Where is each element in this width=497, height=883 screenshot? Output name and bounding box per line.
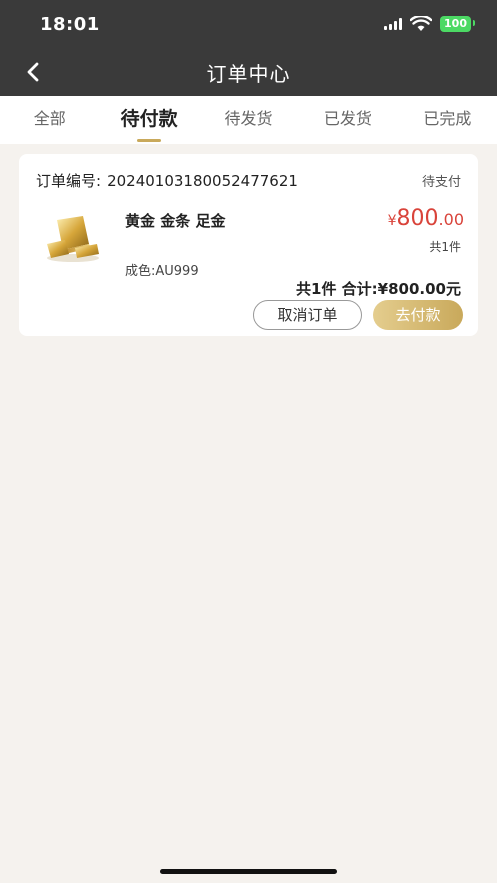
order-number-label: 订单编号: bbox=[36, 172, 102, 190]
order-card[interactable]: 订单编号: 20240103180052477621 待支付 黄金 金条 足金 成… bbox=[19, 154, 478, 336]
tab-all[interactable]: 全部 bbox=[0, 96, 99, 144]
signal-icon bbox=[384, 18, 403, 30]
product-name: 黄金 金条 足金 bbox=[125, 212, 226, 230]
page-title: 订单中心 bbox=[206, 62, 291, 86]
cancel-order-button[interactable]: 取消订单 bbox=[253, 300, 362, 330]
pay-button[interactable]: 去付款 bbox=[373, 300, 463, 330]
status-bar: 18:01 100 bbox=[0, 0, 497, 50]
product-price: ¥800.00 bbox=[388, 206, 464, 231]
product-quantity: 共1件 bbox=[429, 240, 461, 254]
app-header: 18:01 100 订单中心 bbox=[0, 0, 497, 96]
price-currency: ¥ bbox=[387, 213, 397, 229]
price-decimal: .00 bbox=[438, 210, 464, 229]
tab-completed[interactable]: 已完成 bbox=[398, 96, 497, 144]
status-icons: 100 bbox=[384, 16, 475, 32]
status-time: 18:01 bbox=[40, 14, 100, 35]
gold-bar-image bbox=[47, 216, 99, 262]
order-tabs: 全部 待付款 待发货 已发货 已完成 bbox=[0, 96, 497, 144]
order-status: 待支付 bbox=[421, 175, 461, 190]
price-integer: 800 bbox=[396, 206, 439, 231]
product-spec: 成色:AU999 bbox=[125, 264, 199, 279]
order-number-value: 20240103180052477621 bbox=[107, 172, 298, 190]
tab-pending-payment[interactable]: 待付款 bbox=[99, 96, 198, 144]
wifi-icon bbox=[410, 16, 433, 31]
home-indicator bbox=[160, 869, 337, 874]
order-total: 共1件 合计:¥800.00元 bbox=[296, 280, 461, 298]
battery-indicator: 100 bbox=[440, 16, 475, 32]
tab-shipped[interactable]: 已发货 bbox=[298, 96, 397, 144]
order-number: 订单编号: 20240103180052477621 bbox=[36, 170, 298, 191]
tab-pending-shipment[interactable]: 待发货 bbox=[199, 96, 298, 144]
